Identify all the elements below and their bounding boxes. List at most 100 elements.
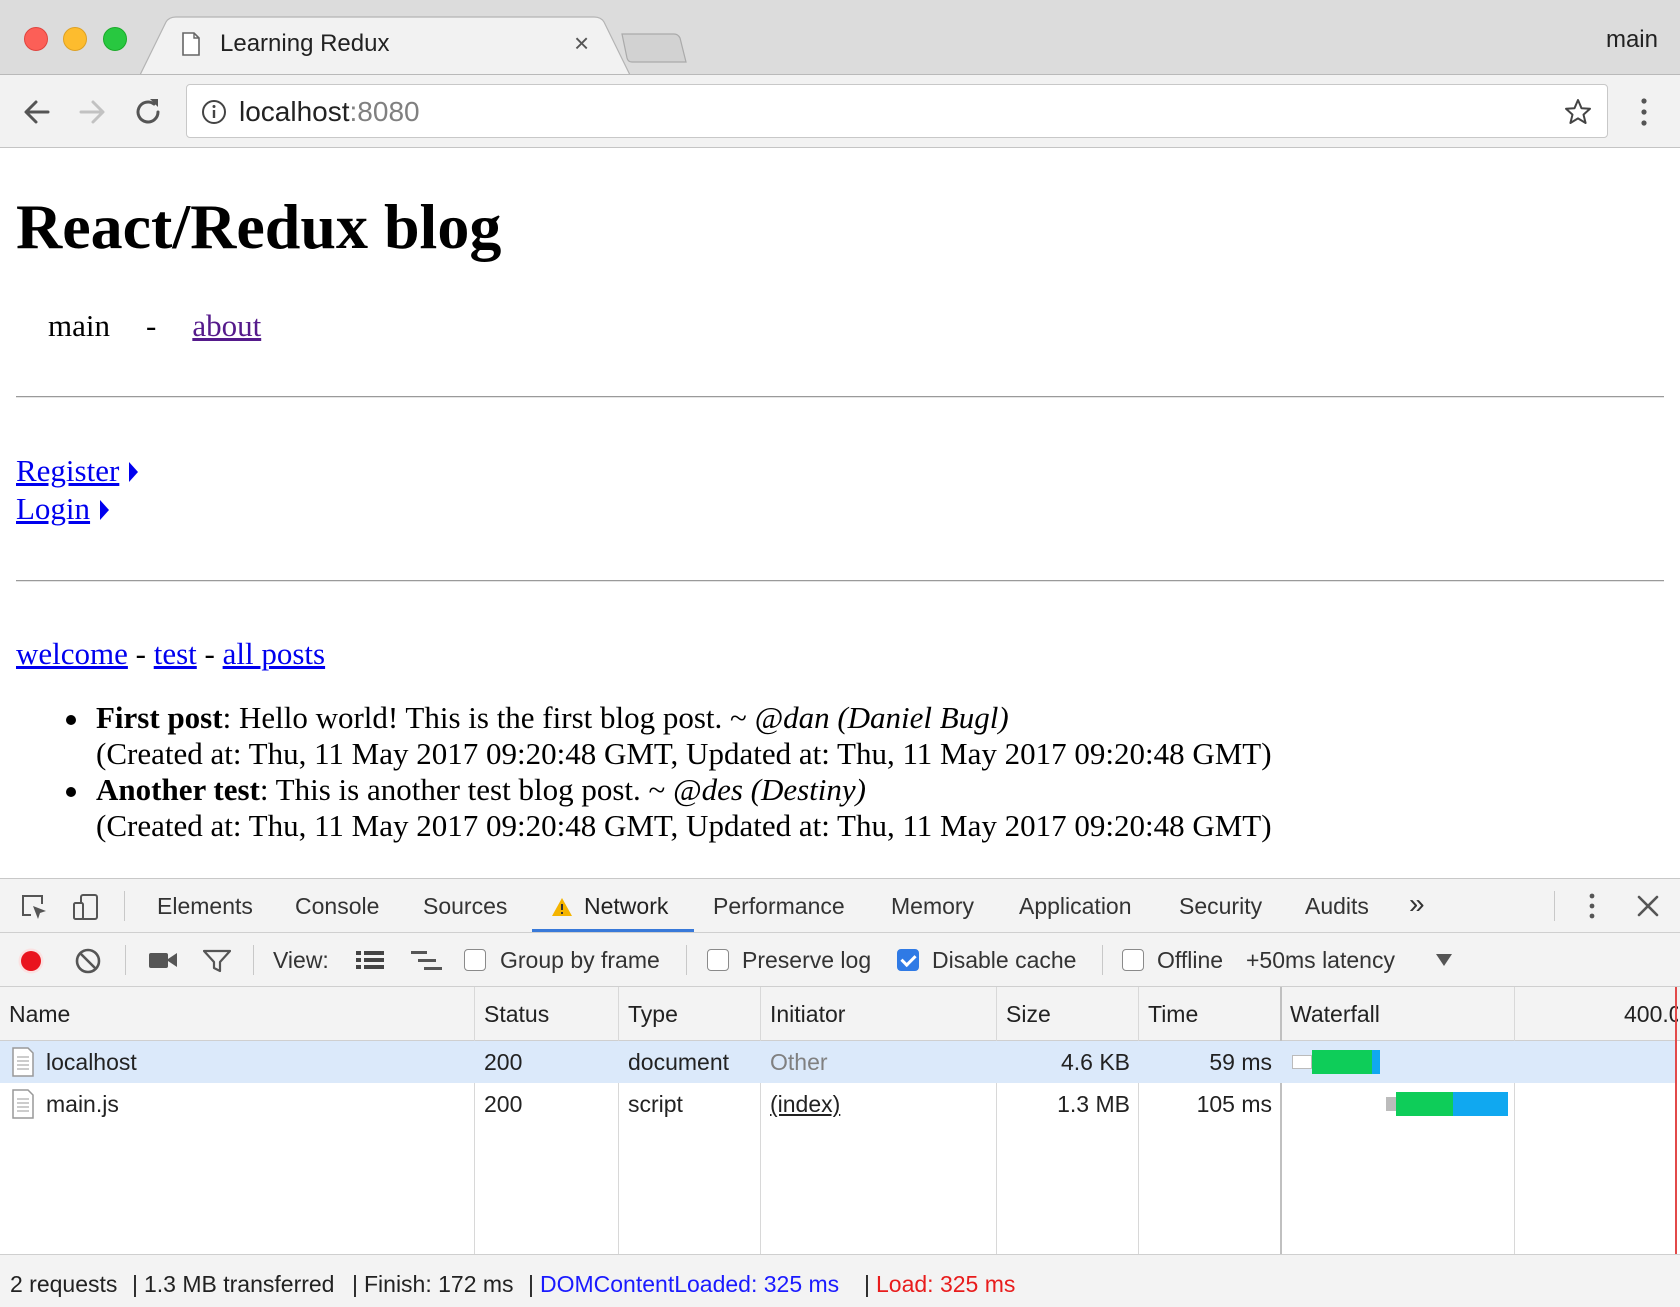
login-link[interactable]: Login <box>16 491 110 526</box>
post-author: @des (Destiny) <box>673 772 866 807</box>
filter-all-posts-link[interactable]: all posts <box>223 636 325 671</box>
auth-links: Register Login <box>16 452 139 528</box>
page-title: React/Redux blog <box>16 191 502 262</box>
offline-label: Offline <box>1157 947 1224 973</box>
maximize-window-button[interactable] <box>103 27 127 51</box>
column-header-waterfall[interactable]: Waterfall <box>1290 1001 1380 1028</box>
close-window-button[interactable] <box>24 27 48 51</box>
screenshot-camera-icon[interactable] <box>148 950 178 970</box>
toolbar-divider <box>1554 891 1555 921</box>
request-initiator-link[interactable]: (index) <box>770 1091 840 1118</box>
column-header-type[interactable]: Type <box>628 1001 678 1028</box>
forward-arrow-icon[interactable] <box>75 95 109 129</box>
request-status: 200 <box>484 1091 523 1117</box>
post-body: : Hello world! This is the first blog po… <box>222 700 755 735</box>
request-time: 59 ms <box>1209 1049 1272 1075</box>
warning-icon <box>552 898 572 916</box>
request-size: 1.3 MB <box>1057 1091 1130 1117</box>
script-file-icon <box>12 1089 34 1119</box>
tab-memory[interactable]: Memory <box>891 893 974 920</box>
info-icon[interactable] <box>201 99 227 125</box>
waterfall-queue-bar <box>1292 1055 1312 1069</box>
record-icon[interactable] <box>17 947 45 975</box>
filter-separator: - <box>135 636 146 671</box>
browser-toolbar: localhost:8080 <box>0 74 1680 148</box>
summary-divider: | <box>352 1271 358 1297</box>
reload-icon[interactable] <box>131 95 165 129</box>
network-summary-bar: 2 requests | 1.3 MB transferred | Finish… <box>0 1254 1680 1307</box>
tab-performance[interactable]: Performance <box>713 893 845 920</box>
dropdown-arrow-icon[interactable] <box>1435 953 1453 967</box>
summary-dom-content-loaded: DOMContentLoaded: 325 ms <box>540 1271 840 1297</box>
waterfall-queue-bar <box>1386 1097 1396 1111</box>
tab-close-icon[interactable]: × <box>574 30 589 56</box>
device-toolbar-icon[interactable] <box>72 893 100 921</box>
post-dates: (Created at: Thu, 11 May 2017 09:20:48 G… <box>96 808 1272 843</box>
clear-icon[interactable] <box>75 948 101 974</box>
filter-welcome-link[interactable]: welcome <box>16 636 128 671</box>
url-host: localhost <box>239 96 350 127</box>
waterfall-waiting-bar <box>1396 1092 1453 1116</box>
address-bar[interactable]: localhost:8080 <box>186 84 1608 138</box>
caret-right-icon <box>100 500 110 520</box>
nav-main: main <box>48 308 110 343</box>
tab-sources[interactable]: Sources <box>423 893 507 920</box>
filter-funnel-icon[interactable] <box>203 949 231 973</box>
url-port: :8080 <box>349 96 420 127</box>
register-link[interactable]: Register <box>16 453 139 488</box>
table-row[interactable]: main.js 200 script (index) 1.3 MB 105 ms <box>0 1083 1676 1125</box>
nav-separator: - <box>146 308 157 343</box>
browser-menu-icon[interactable] <box>1636 95 1652 129</box>
filter-test-link[interactable]: test <box>154 636 197 671</box>
document-icon <box>182 32 200 56</box>
preserve-log-checkbox[interactable] <box>707 949 729 971</box>
request-type: document <box>628 1049 730 1075</box>
inspect-element-icon[interactable] <box>20 893 48 921</box>
table-row[interactable]: localhost 200 document Other 4.6 KB 59 m… <box>0 1041 1676 1083</box>
offline-checkbox[interactable] <box>1122 949 1144 971</box>
more-tabs-chevron-icon[interactable]: » <box>1409 888 1425 920</box>
overview-waterfall-icon[interactable] <box>410 949 444 973</box>
table-header: Name Status Type Initiator Size Time Wat… <box>0 987 1680 1041</box>
column-header-status[interactable]: Status <box>484 1001 549 1028</box>
tab-elements[interactable]: Elements <box>157 893 253 920</box>
document-file-icon <box>12 1047 34 1077</box>
tab-application[interactable]: Application <box>1019 893 1132 920</box>
tab-audits[interactable]: Audits <box>1305 893 1369 920</box>
tab-title: Learning Redux <box>220 30 390 57</box>
back-arrow-icon[interactable] <box>20 95 54 129</box>
nav-about-link[interactable]: about <box>192 308 261 343</box>
post-list: First post: Hello world! This is the fir… <box>66 700 1272 844</box>
minimize-window-button[interactable] <box>63 27 87 51</box>
throttling-select[interactable]: +50ms latency <box>1246 947 1395 974</box>
request-type: script <box>628 1091 683 1117</box>
column-header-name[interactable]: Name <box>9 1001 70 1028</box>
new-tab-button[interactable] <box>620 32 688 64</box>
group-by-frame-label: Group by frame <box>500 947 660 973</box>
devtools-panel: Elements Console Sources Network Perform… <box>0 878 1680 1307</box>
group-by-frame-checkbox[interactable] <box>464 949 486 971</box>
request-time: 105 ms <box>1196 1091 1272 1117</box>
caret-right-icon <box>129 462 139 482</box>
column-header-time[interactable]: Time <box>1148 1001 1198 1028</box>
disable-cache-checkbox[interactable] <box>897 949 919 971</box>
summary-divider: | <box>528 1271 534 1297</box>
tab-console[interactable]: Console <box>295 893 379 920</box>
summary-divider: | <box>864 1271 870 1297</box>
close-icon[interactable] <box>1635 893 1661 919</box>
large-rows-icon[interactable] <box>355 949 385 971</box>
column-header-size[interactable]: Size <box>1006 1001 1051 1028</box>
url-text: localhost:8080 <box>239 96 420 128</box>
network-requests-table: Name Status Type Initiator Size Time Wat… <box>0 987 1680 1254</box>
bookmark-star-icon[interactable] <box>1563 97 1593 127</box>
tab-security[interactable]: Security <box>1179 893 1262 920</box>
column-header-initiator[interactable]: Initiator <box>770 1001 845 1028</box>
divider <box>16 396 1664 398</box>
profile-name[interactable]: main <box>1606 26 1658 54</box>
tab-network[interactable]: Network <box>584 893 668 920</box>
waterfall-download-bar <box>1372 1050 1380 1074</box>
summary-requests: 2 requests <box>10 1271 118 1297</box>
devtools-menu-icon[interactable] <box>1584 891 1600 921</box>
summary-finish: Finish: 172 ms <box>364 1271 514 1297</box>
main-nav: main - about <box>48 308 261 344</box>
